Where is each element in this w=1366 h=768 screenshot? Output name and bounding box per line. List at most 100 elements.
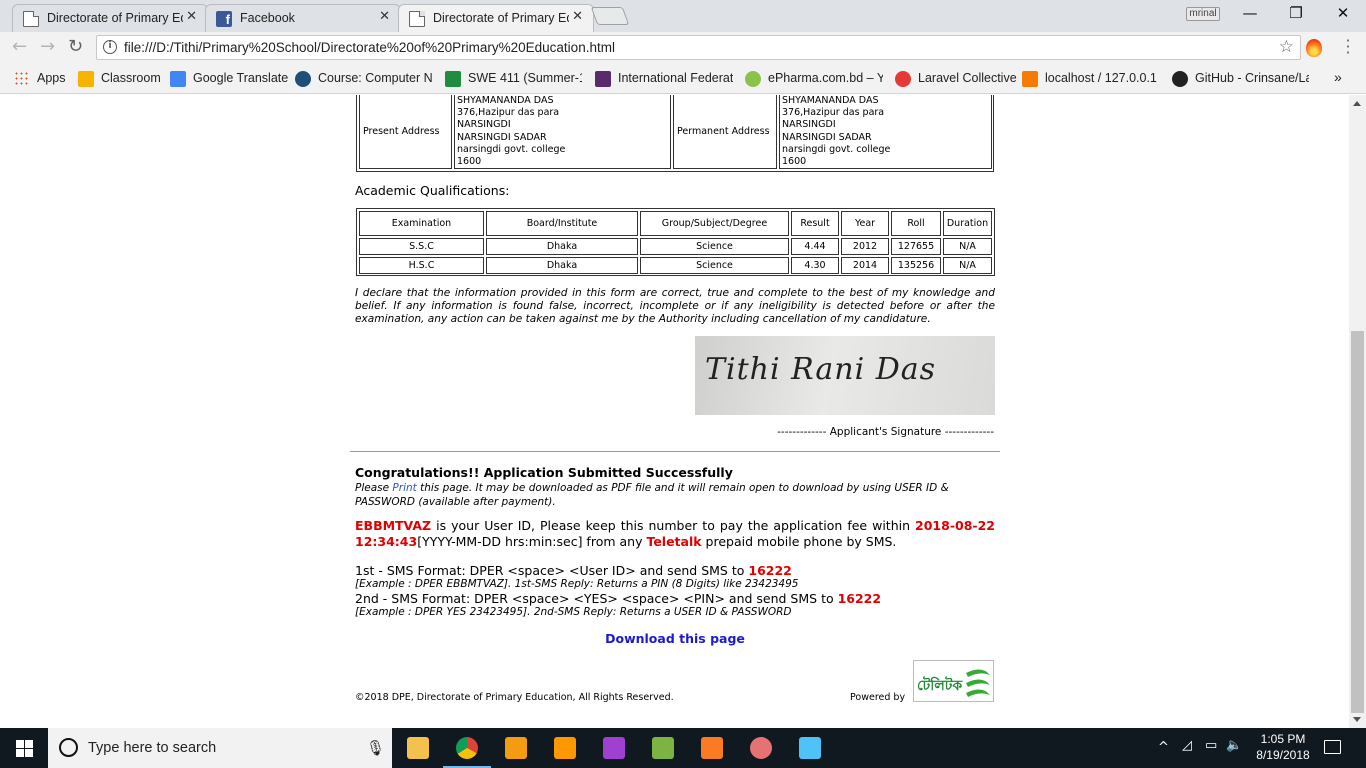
bookmark-localhost[interactable]: localhost / 127.0.0.1 |: [1022, 71, 1157, 87]
bookmark-github[interactable]: GitHub - Crinsane/La: [1172, 71, 1309, 87]
xampp-icon: [701, 737, 723, 759]
close-window-button[interactable]: ✕: [1320, 4, 1366, 22]
close-icon[interactable]: ✕: [186, 9, 197, 24]
extension-fire-icon[interactable]: [1306, 39, 1322, 57]
sms-text: 1st - SMS Format: DPER <space> <User ID>…: [355, 563, 749, 578]
url-text[interactable]: file:///D:/Tithi/Primary%20School/Direct…: [124, 40, 615, 55]
menu-dots-icon[interactable]: · · ·: [1338, 33, 1358, 61]
sms-format-2: 2nd - SMS Format: DPER <space> <YES> <sp…: [355, 591, 995, 606]
phpstorm-app[interactable]: [590, 728, 638, 768]
scroll-up-icon[interactable]: [1353, 101, 1361, 106]
user-id-value: EBBMTVAZ: [355, 518, 432, 533]
vertical-scrollbar[interactable]: [1349, 95, 1366, 728]
table-cell: 4.44: [791, 238, 839, 255]
tab-directorate-1[interactable]: Directorate of Primary Ed ✕: [12, 4, 208, 32]
maximize-button[interactable]: ❐: [1273, 4, 1319, 22]
address-line: narsingdi govt. college: [782, 143, 891, 155]
bookmark-apps[interactable]: Apps: [14, 71, 66, 87]
system-clock[interactable]: 1:05 PM 8/19/2018: [1248, 731, 1318, 763]
bookmarks-bar: Apps Classroom Google Translate Course: …: [0, 64, 1366, 94]
facebook-icon: f: [216, 11, 232, 27]
bookmarks-overflow-button[interactable]: »: [1334, 69, 1342, 85]
uc-browser-app[interactable]: [492, 728, 540, 768]
bookmark-label: Google Translate: [193, 71, 289, 85]
sms-text: 2nd - SMS Format: DPER <space> <YES> <sp…: [355, 591, 838, 606]
table-cell: 2012: [841, 238, 889, 255]
bookmark-label: GitHub - Crinsane/La: [1195, 71, 1309, 85]
paragraph-text: is your User ID, Please keep this number…: [431, 518, 916, 533]
copyright-text: ©2018 DPE, Directorate of Primary Educat…: [355, 692, 674, 703]
notification-icon[interactable]: [1324, 740, 1341, 754]
bookmark-course[interactable]: Course: Computer Ne: [295, 71, 433, 87]
bookmark-fide[interactable]: International Federati: [595, 71, 733, 87]
battery-icon[interactable]: ▭: [1205, 738, 1217, 753]
table-cell: S.S.C: [359, 238, 484, 255]
profile-button[interactable]: mrinal: [1186, 7, 1220, 21]
bookmark-laravel[interactable]: Laravel Collective: [895, 71, 1017, 87]
search-placeholder: Type here to search: [88, 740, 217, 756]
close-icon[interactable]: ✕: [379, 9, 390, 24]
bookmark-epharma[interactable]: ePharma.com.bd – Yo: [745, 71, 883, 87]
table-cell: 135256: [891, 257, 941, 274]
operator-name: Teletalk: [646, 533, 702, 549]
reload-button[interactable]: ↻: [68, 36, 83, 57]
start-button[interactable]: [0, 728, 48, 768]
info-icon[interactable]: i: [103, 40, 117, 54]
chrome-app[interactable]: [443, 728, 491, 768]
print-link[interactable]: Print: [392, 482, 416, 494]
declaration-text: I declare that the information provided …: [355, 287, 995, 325]
present-address-label: Present Address: [359, 95, 452, 169]
back-button[interactable]: ←: [12, 36, 27, 57]
table-header: Duration: [943, 211, 992, 236]
address-line: NARSINGDI: [457, 119, 511, 131]
file-explorer-app[interactable]: [394, 728, 442, 768]
new-tab-button[interactable]: [590, 7, 630, 25]
bookmark-swe411[interactable]: SWE 411 (Summer-18: [445, 71, 582, 87]
xampp-app[interactable]: [688, 728, 736, 768]
sms-example-2: [Example : DPER YES 23423495]. 2nd-SMS R…: [355, 606, 792, 618]
table-header: Group/Subject/Degree: [640, 211, 789, 236]
forward-button[interactable]: →: [40, 36, 55, 57]
address-line: NARSINGDI SADAR: [782, 131, 872, 143]
sql-manager-app[interactable]: [639, 728, 687, 768]
bookmark-google-translate[interactable]: Google Translate: [170, 71, 288, 87]
sublime-text-app[interactable]: [541, 728, 589, 768]
bookmark-classroom[interactable]: Classroom: [78, 71, 161, 87]
address-bar[interactable]: i file:///D:/Tithi/Primary%20School/Dire…: [96, 35, 1301, 60]
folder-icon: [407, 737, 429, 759]
table-cell: Science: [640, 238, 789, 255]
bookmark-label: Laravel Collective: [918, 71, 1017, 85]
database-icon: [652, 737, 674, 759]
scroll-down-icon[interactable]: [1353, 717, 1361, 722]
browser-toolbar: ← → ↻ i file:///D:/Tithi/Primary%20Schoo…: [0, 32, 1366, 64]
tray-chevron-icon[interactable]: ^: [1158, 740, 1169, 755]
minimize-button[interactable]: —: [1227, 4, 1273, 22]
volume-icon[interactable]: 🔈: [1226, 738, 1242, 753]
snipping-tool-app[interactable]: [737, 728, 785, 768]
bookmark-label: SWE 411 (Summer-18: [468, 71, 582, 85]
page-viewport: Present Address SHYAMANANDA DAS 376,Hazi…: [0, 95, 1366, 728]
control-panel-app[interactable]: [786, 728, 834, 768]
table-cell: Dhaka: [486, 238, 638, 255]
paragraph-text: [YYYY-MM-DD hrs:min:sec] from any: [417, 533, 647, 549]
star-icon[interactable]: ☆: [1279, 37, 1294, 57]
microphone-icon[interactable]: 🎙: [366, 739, 385, 757]
download-link[interactable]: Download this page: [350, 631, 1000, 646]
tab-title: Directorate of Primary Ed: [47, 11, 183, 25]
close-icon[interactable]: ✕: [572, 9, 583, 24]
address-table: Present Address SHYAMANANDA DAS 376,Hazi…: [356, 95, 994, 172]
bookmark-label: Classroom: [101, 71, 161, 85]
tab-directorate-2[interactable]: Directorate of Primary Ed ✕: [398, 4, 594, 33]
apps-grid-icon: [14, 71, 30, 87]
divider: [350, 451, 1000, 452]
bookmark-label: ePharma.com.bd – Yo: [768, 71, 883, 85]
clock-date: 8/19/2018: [1256, 748, 1310, 762]
tab-facebook[interactable]: f Facebook ✕: [205, 4, 401, 32]
address-line: 376,Hazipur das para: [457, 107, 560, 119]
wifi-icon[interactable]: ◿: [1182, 738, 1192, 753]
table-header: Board/Institute: [486, 211, 638, 236]
academic-table: Examination Board/Institute Group/Subjec…: [356, 208, 995, 276]
scrollbar-thumb[interactable]: [1351, 331, 1364, 713]
taskbar-search[interactable]: Type here to search 🎙: [48, 728, 392, 768]
bookmark-label: Course: Computer Ne: [318, 71, 433, 85]
